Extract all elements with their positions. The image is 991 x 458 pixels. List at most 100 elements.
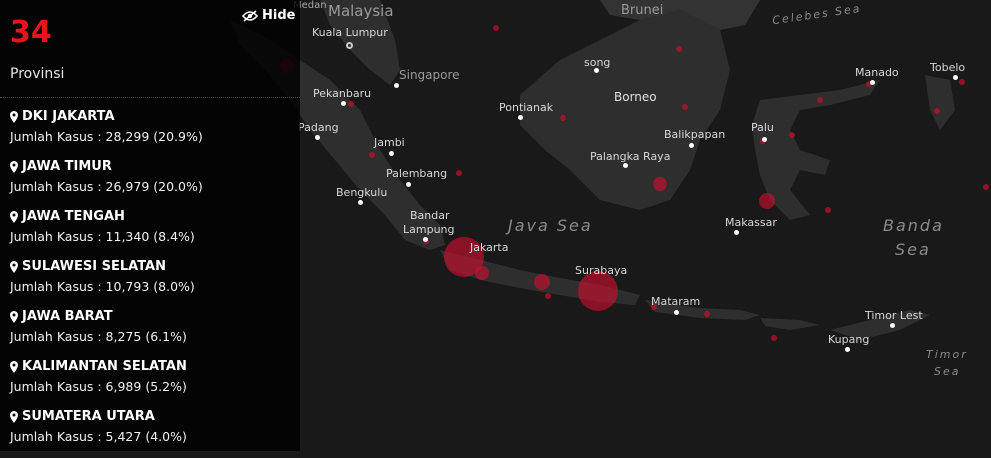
city-label-mataram: Mataram [651,295,701,308]
city-dot [389,151,394,156]
province-item[interactable]: DKI JAKARTA Jumlah Kasus : 28,299 (20.9%… [10,108,295,158]
marker-jawa-timur[interactable] [578,271,618,311]
marker-small [825,207,831,213]
city-dot [762,137,767,142]
city-dot [423,237,428,242]
city-label-singapore: Singapore [399,68,460,82]
city-label-timor-leste: Timor Lest [865,309,923,322]
city-label-palu: Palu [751,121,774,134]
map-pin-icon [10,360,18,373]
province-panel: 34 Provinsi DKI JAKARTA Jumlah Kasus : 2… [0,0,300,451]
province-cases: Jumlah Kasus : 5,427 (4.0%) [10,429,187,444]
city-dot [870,80,875,85]
map-pin-icon [10,110,18,123]
province-cases: Jumlah Kasus : 10,793 (8.0%) [10,279,195,294]
marker-jawa-tengah[interactable] [534,274,550,290]
city-label-bengkulu: Bengkulu [336,186,388,199]
sea-label-banda-2: Sea [895,240,931,259]
marker-sulawesi-selatan[interactable] [759,193,775,209]
marker-small [789,132,795,138]
city-label-tobelo: Tobelo [930,61,966,74]
marker-jawa-barat[interactable] [475,266,489,280]
province-name: JAWA TENGAH [22,209,125,224]
hide-button-label: Hide [262,8,296,23]
city-label-kupang: Kupang [828,333,870,346]
province-cases: Jumlah Kasus : 8,275 (6.1%) [10,329,187,344]
city-dot [953,75,958,80]
marker-small [560,115,566,121]
city-label-palembang: Palembang [386,167,448,180]
hide-button[interactable]: Hide [242,8,295,23]
city-dot [594,68,599,73]
map-pin-icon [10,260,18,273]
province-name: JAWA BARAT [22,309,113,324]
city-label-surabaya: Surabaya [575,264,628,277]
city-label-bandar-1: Bandar [410,209,450,222]
city-dot [315,135,320,140]
marker-small [771,335,777,341]
city-label-padang: Padang [298,121,339,134]
province-name: DKI JAKARTA [22,109,115,124]
eye-slash-icon [242,9,258,22]
country-label-brunei: Brunei [621,3,664,18]
city-label-palangka: Palangka Raya [590,150,671,163]
map-pin-icon [10,310,18,323]
city-label-kuala-lumpur: Kuala Lumpur [312,26,388,39]
marker-small [493,25,499,31]
marker-small [959,79,965,85]
province-item[interactable]: JAWA TENGAH Jumlah Kasus : 11,340 (8.4%) [10,208,295,258]
city-label-bandar-2: Lampung [403,223,455,236]
marker-small [682,104,688,110]
sea-label-banda-1: Banda [883,216,944,235]
marker-kalimantan-selatan[interactable] [653,177,667,191]
city-dot [623,163,628,168]
marker-small [348,101,354,107]
city-label-jambi: Jambi [374,136,405,149]
city-label-pekanbaru: Pekanbaru [313,87,372,100]
city-label-makassar: Makassar [725,216,777,229]
province-cases: Jumlah Kasus : 11,340 (8.4%) [10,229,195,244]
marker-small [545,293,551,299]
marker-small [456,170,462,176]
marker-small [704,311,710,317]
city-dot [734,230,739,235]
city-dot [406,182,411,187]
marker-small [676,46,682,52]
city-label-balikpapan: Balikpapan [664,128,726,141]
province-count-label: Provinsi [10,66,65,82]
province-name: KALIMANTAN SELATAN [22,359,187,374]
city-dot [674,310,679,315]
province-cases: Jumlah Kasus : 28,299 (20.9%) [10,129,203,144]
sea-label-timor-1: Timor [926,348,968,361]
marker-small [934,108,940,114]
sea-label-java: Java Sea [508,216,593,235]
country-label-malaysia: Malaysia [328,2,394,20]
province-cases: Jumlah Kasus : 6,989 (5.2%) [10,379,187,394]
city-label-pontianak: Pontianak [499,101,554,114]
province-item[interactable]: KALIMANTAN SELATAN Jumlah Kasus : 6,989 … [10,358,295,408]
marker-small [817,97,823,103]
province-list: DKI JAKARTA Jumlah Kasus : 28,299 (20.9%… [10,108,295,458]
city-dot [518,115,523,120]
city-label-jakarta: Jakarta [470,241,509,254]
province-name: SULAWESI SELATAN [22,259,167,274]
island-label-borneo: Borneo [614,90,657,104]
city-label-song: song [584,56,611,69]
city-dot [358,200,363,205]
province-item[interactable]: SULAWESI SELATAN Jumlah Kasus : 10,793 (… [10,258,295,308]
province-name: SUMATERA UTARA [22,409,155,424]
province-item[interactable]: JAWA BARAT Jumlah Kasus : 8,275 (6.1%) [10,308,295,358]
marker-small [983,184,989,190]
province-name: JAWA TIMUR [22,159,112,174]
city-dot [689,143,694,148]
city-label-manado: Manado [855,66,899,79]
city-dot [845,347,850,352]
map-pin-icon [10,410,18,423]
province-count: 34 [10,15,52,50]
province-cases: Jumlah Kasus : 26,979 (20.0%) [10,179,203,194]
province-item[interactable]: JAWA TIMUR Jumlah Kasus : 26,979 (20.0%) [10,158,295,208]
map-pin-icon [10,160,18,173]
city-dot [394,83,399,88]
sea-label-timor-2: Sea [934,365,961,378]
marker-small [369,152,375,158]
